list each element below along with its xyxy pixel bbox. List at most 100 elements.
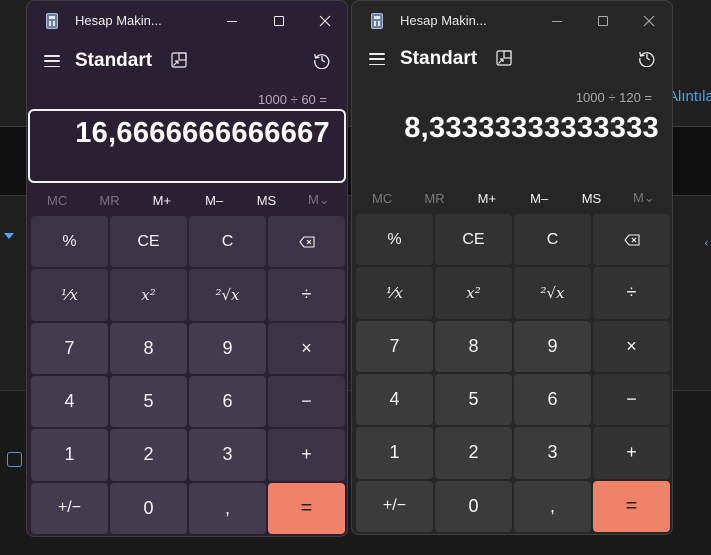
memory-list-button[interactable]: M⌄ [293, 187, 345, 213]
digit-1-button[interactable]: 1 [356, 427, 433, 479]
clear-entry-button[interactable]: CE [110, 216, 187, 268]
digit-6-button[interactable]: 6 [514, 373, 591, 426]
backspace-icon [298, 236, 315, 248]
close-button[interactable] [634, 7, 664, 35]
digit-3-button[interactable]: 3 [514, 427, 591, 479]
close-icon [643, 15, 655, 27]
memory-row: MC MR M+ M– MS M⌄ [356, 185, 670, 211]
maximize-icon [274, 16, 284, 26]
mode-title: Standart [75, 50, 153, 71]
digit-1-button[interactable]: 1 [31, 429, 108, 481]
backspace-icon [623, 234, 640, 246]
percent-button[interactable]: % [31, 216, 108, 268]
square-root-button[interactable]: ²√x [189, 269, 266, 321]
clear-entry-button[interactable]: CE [435, 214, 512, 266]
memory-clear-button[interactable]: MC [356, 185, 408, 211]
percent-button[interactable]: % [356, 214, 433, 266]
chevron-left-icon[interactable]: ‹ [704, 236, 709, 250]
expression-display: 1000 ÷ 60 = [258, 92, 327, 107]
keypad: % CE C ⅟x x² ²√x ÷ 7 8 9 × 4 5 6 − 1 2 3… [356, 214, 670, 532]
history-icon[interactable] [313, 51, 331, 69]
window-title: Hesap Makin... [75, 13, 162, 28]
digit-3-button[interactable]: 3 [189, 429, 266, 481]
background-checkbox[interactable] [7, 452, 22, 467]
equals-button[interactable]: = [593, 480, 670, 532]
digit-7-button[interactable]: 7 [31, 322, 108, 374]
reciprocal-button[interactable]: ⅟x [356, 267, 433, 319]
decimal-button[interactable]: , [189, 482, 266, 534]
calculator-icon [371, 13, 383, 29]
result-display[interactable]: 16,6666666666667 [28, 109, 346, 183]
equals-button[interactable]: = [268, 482, 345, 534]
expression-display: 1000 ÷ 120 = [575, 90, 652, 105]
memory-recall-button[interactable]: MR [408, 185, 460, 211]
memory-add-button[interactable]: M+ [461, 185, 513, 211]
digit-9-button[interactable]: 9 [514, 320, 591, 372]
title-bar[interactable]: Hesap Makin... [27, 1, 347, 41]
memory-recall-button[interactable]: MR [83, 187, 135, 213]
square-button[interactable]: x² [435, 267, 512, 319]
digit-7-button[interactable]: 7 [356, 320, 433, 372]
memory-subtract-button[interactable]: M– [188, 187, 240, 213]
memory-store-button[interactable]: MS [240, 187, 292, 213]
multiply-button[interactable]: × [268, 322, 345, 374]
history-icon[interactable] [638, 49, 656, 67]
backspace-button[interactable] [268, 216, 345, 268]
digit-8-button[interactable]: 8 [110, 322, 187, 374]
subtract-button[interactable]: − [593, 373, 670, 426]
digit-2-button[interactable]: 2 [435, 427, 512, 479]
digit-0-button[interactable]: 0 [110, 482, 187, 534]
square-root-button[interactable]: ²√x [514, 267, 591, 319]
minimize-button[interactable] [217, 7, 247, 35]
clear-button[interactable]: C [514, 214, 591, 266]
digit-0-button[interactable]: 0 [435, 480, 512, 532]
digit-9-button[interactable]: 9 [189, 322, 266, 374]
window-title: Hesap Makin... [400, 13, 487, 28]
negate-button[interactable]: +/− [356, 480, 433, 532]
digit-6-button[interactable]: 6 [189, 375, 266, 428]
minimize-icon [552, 20, 562, 22]
divide-button[interactable]: ÷ [268, 269, 345, 321]
add-button[interactable]: + [593, 427, 670, 479]
title-bar[interactable]: Hesap Makin... [352, 1, 672, 41]
memory-subtract-button[interactable]: M– [513, 185, 565, 211]
digit-5-button[interactable]: 5 [110, 375, 187, 428]
digit-4-button[interactable]: 4 [356, 373, 433, 426]
minimize-button[interactable] [542, 7, 572, 35]
memory-add-button[interactable]: M+ [136, 187, 188, 213]
reciprocal-button[interactable]: ⅟x [31, 269, 108, 321]
digit-4-button[interactable]: 4 [31, 375, 108, 428]
backspace-button[interactable] [593, 214, 670, 266]
maximize-button[interactable] [264, 7, 294, 35]
decimal-button[interactable]: , [514, 480, 591, 532]
clear-button[interactable]: C [189, 216, 266, 268]
background-link[interactable]: Alıntıla [668, 88, 711, 105]
multiply-button[interactable]: × [593, 320, 670, 372]
keep-on-top-icon[interactable] [171, 52, 187, 68]
digit-8-button[interactable]: 8 [435, 320, 512, 372]
digit-2-button[interactable]: 2 [110, 429, 187, 481]
close-button[interactable] [310, 7, 340, 35]
hamburger-icon[interactable] [369, 53, 385, 65]
memory-list-button[interactable]: M⌄ [618, 185, 670, 211]
memory-row: MC MR M+ M– MS M⌄ [31, 187, 345, 213]
calculator-icon [46, 13, 58, 29]
memory-store-button[interactable]: MS [565, 185, 617, 211]
result-value: 16,6666666666667 [75, 117, 330, 149]
calculator-window-2: Hesap Makin... Standart 1000 ÷ 120 = 8,3… [351, 0, 673, 535]
negate-button[interactable]: +/− [31, 482, 108, 534]
minimize-icon [227, 20, 237, 22]
chevron-down-icon[interactable] [4, 233, 14, 239]
memory-clear-button[interactable]: MC [31, 187, 83, 213]
keypad: % CE C ⅟x x² ²√x ÷ 7 8 9 × 4 5 6 − 1 2 3… [31, 216, 345, 534]
hamburger-icon[interactable] [44, 55, 60, 67]
maximize-button[interactable] [588, 7, 618, 35]
maximize-icon [598, 16, 608, 26]
digit-5-button[interactable]: 5 [435, 373, 512, 426]
keep-on-top-icon[interactable] [496, 50, 512, 66]
square-button[interactable]: x² [110, 269, 187, 321]
subtract-button[interactable]: − [268, 375, 345, 428]
divide-button[interactable]: ÷ [593, 267, 670, 319]
close-icon [319, 15, 331, 27]
add-button[interactable]: + [268, 429, 345, 481]
